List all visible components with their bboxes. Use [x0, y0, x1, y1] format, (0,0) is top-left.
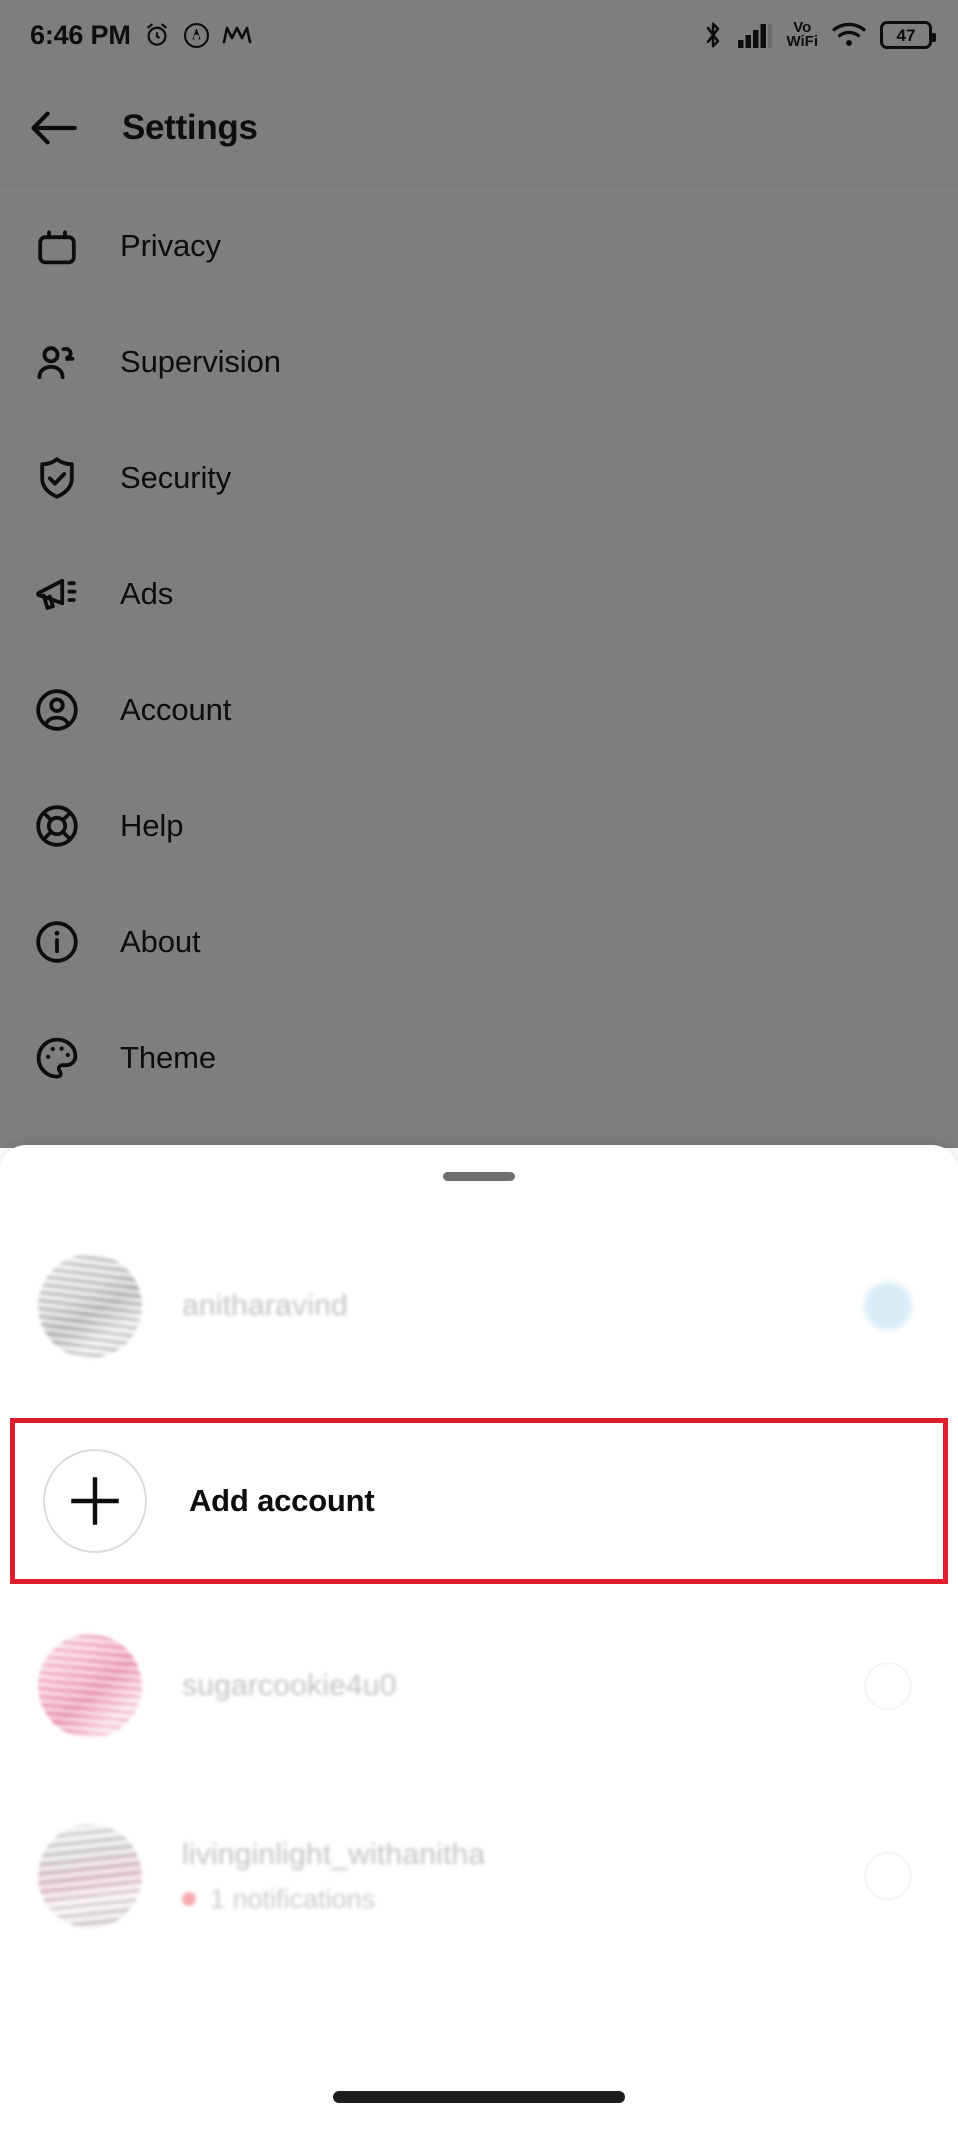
phone-screen: 6:46 PM Vo WiFi 47 Settings Privacy Supe…	[0, 0, 958, 2129]
settings-item-label: About	[120, 924, 201, 959]
bluetooth-icon	[707, 22, 720, 48]
account-right-slot	[864, 1282, 912, 1330]
notification-count-label: 1 notifications	[210, 1883, 376, 1914]
back-arrow-icon[interactable]	[26, 100, 82, 156]
lock-icon	[30, 219, 84, 273]
account-username: livinginlight_withanitha	[182, 1837, 486, 1871]
add-account-button[interactable]: Add account	[10, 1418, 948, 1584]
avatar	[38, 1254, 142, 1358]
settings-item-about[interactable]: About	[0, 884, 958, 1000]
account-switcher-sheet: anitharavind drawingdreams_byanitha 5 no…	[0, 1145, 958, 2129]
account-circle-icon	[30, 683, 84, 737]
settings-header: Settings	[0, 70, 958, 186]
wifi-icon	[832, 22, 866, 46]
palette-icon	[30, 1031, 84, 1085]
plus-icon	[43, 1449, 147, 1553]
lifebuoy-icon	[30, 799, 84, 853]
settings-item-label: Supervision	[120, 344, 281, 379]
page-title: Settings	[122, 107, 258, 147]
settings-item-label: Theme	[120, 1040, 216, 1075]
status-bar-left: 6:46 PM	[30, 21, 252, 49]
account-row[interactable]: sugarcookie4u0	[0, 1591, 958, 1781]
faint-circle-icon	[864, 1852, 912, 1900]
battery-icon: 47	[880, 21, 936, 49]
battery-level: 47	[896, 25, 916, 45]
notification-dot-icon	[182, 1892, 196, 1906]
settings-menu-list: Privacy Supervision Security Ads Account…	[0, 188, 958, 1116]
account-username: anitharavind	[182, 1289, 348, 1322]
status-bar: 6:46 PM Vo WiFi 47	[0, 0, 958, 70]
settings-item-security[interactable]: Security	[0, 420, 958, 536]
verified-badge-icon	[864, 1282, 912, 1330]
account-row[interactable]: livinginlight_withanitha 1 notifications	[0, 1781, 958, 1971]
settings-screen-backdrop[interactable]: 6:46 PM Vo WiFi 47 Settings Privacy Supe…	[0, 0, 958, 1148]
account-text: sugarcookie4u0	[182, 1669, 397, 1703]
drag-handle[interactable]	[443, 1172, 515, 1181]
avatar	[38, 1634, 142, 1738]
avatar	[38, 1824, 142, 1928]
m-logo-icon	[222, 26, 251, 44]
account-right-slot	[864, 1852, 912, 1900]
settings-item-label: Privacy	[120, 228, 221, 263]
people-icon	[30, 335, 84, 389]
megaphone-icon	[30, 567, 84, 621]
account-subtitle: 1 notifications	[182, 1884, 485, 1915]
settings-item-supervision[interactable]: Supervision	[0, 304, 958, 420]
settings-item-privacy[interactable]: Privacy	[0, 188, 958, 304]
android-shield-icon	[183, 22, 209, 48]
account-text: anitharavind	[182, 1289, 348, 1323]
account-right-slot	[864, 1662, 912, 1710]
account-list: anitharavind drawingdreams_byanitha 5 no…	[0, 1211, 958, 1971]
info-circle-icon	[30, 915, 84, 969]
account-text: livinginlight_withanitha 1 notifications	[182, 1838, 485, 1915]
alarm-clock-icon	[146, 23, 167, 46]
add-account-label: Add account	[189, 1483, 375, 1518]
settings-item-ads[interactable]: Ads	[0, 536, 958, 652]
settings-item-help[interactable]: Help	[0, 768, 958, 884]
cellular-signal-icon	[738, 24, 773, 48]
settings-item-label: Help	[120, 808, 184, 843]
settings-item-theme[interactable]: Theme	[0, 1000, 958, 1116]
home-gesture-pill[interactable]	[333, 2091, 625, 2103]
settings-item-label: Account	[120, 692, 232, 727]
status-bar-right: Vo WiFi 47	[702, 20, 936, 50]
vowifi-icon: Vo WiFi	[786, 20, 818, 50]
vowifi-line2: WiFi	[786, 33, 818, 50]
account-username: sugarcookie4u0	[182, 1669, 397, 1702]
shield-check-icon	[30, 451, 84, 505]
settings-item-label: Ads	[120, 576, 174, 611]
account-row[interactable]: anitharavind	[0, 1211, 958, 1401]
settings-item-label: Security	[120, 460, 232, 495]
settings-item-account[interactable]: Account	[0, 652, 958, 768]
faint-circle-icon	[864, 1662, 912, 1710]
status-bar-clock: 6:46 PM	[30, 19, 131, 50]
